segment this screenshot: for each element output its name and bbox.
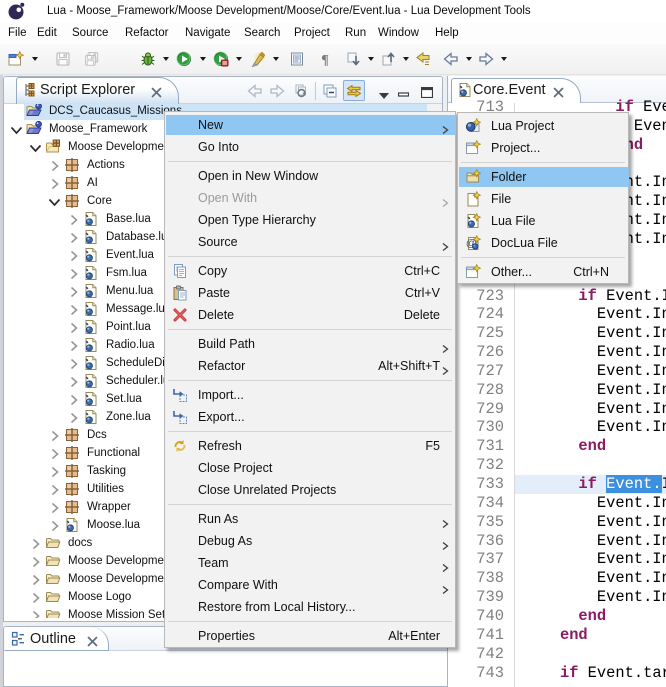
svg-text:¶: ¶ <box>321 53 329 67</box>
